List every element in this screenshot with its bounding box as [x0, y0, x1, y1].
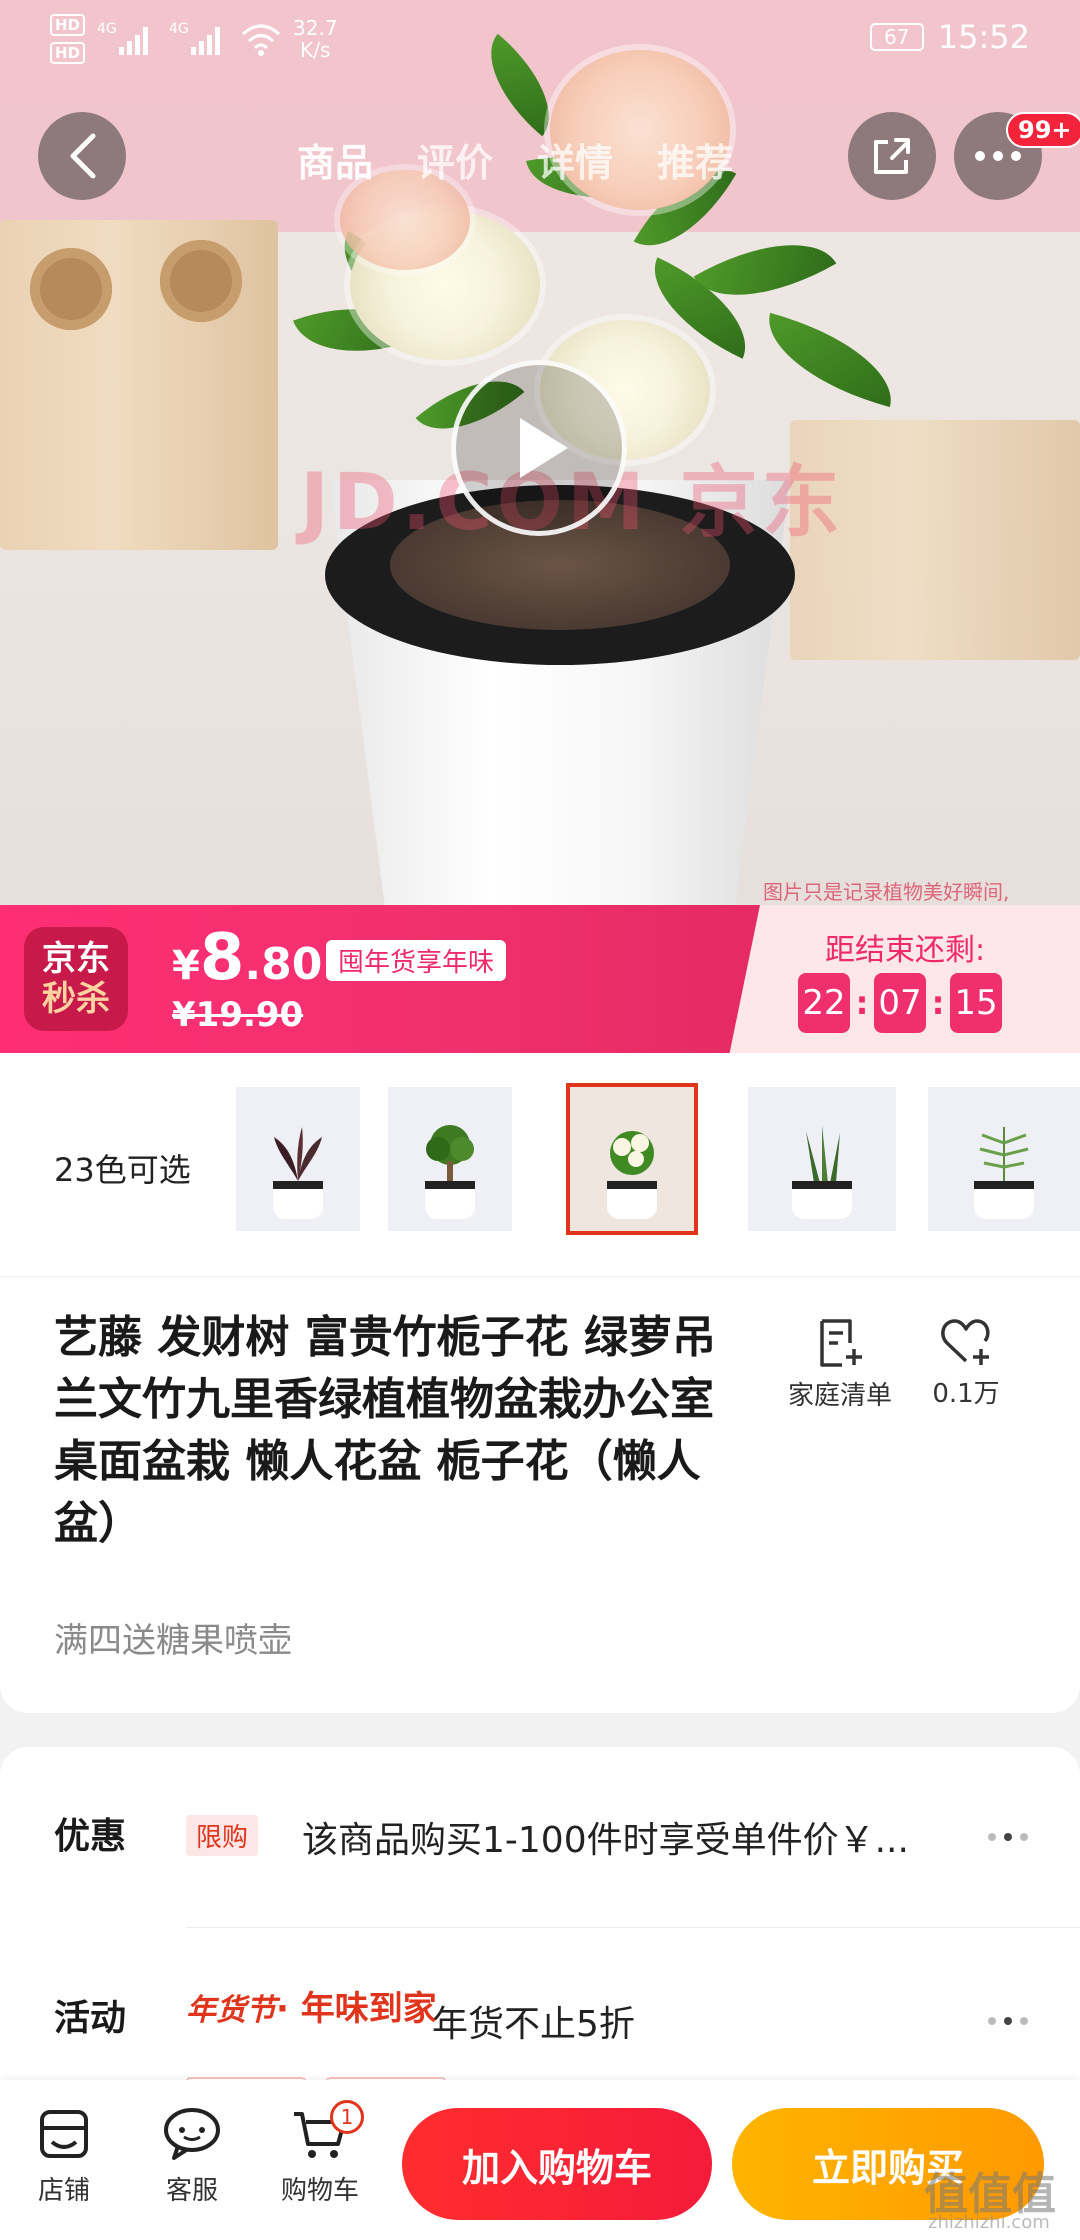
- back-button[interactable]: [38, 112, 126, 200]
- customer-service-button[interactable]: 客服: [142, 2106, 242, 2207]
- net-speed: 32.7: [293, 16, 338, 40]
- seckill-logo-line2: 秒杀: [42, 979, 110, 1019]
- tab-recommend[interactable]: 推荐: [657, 132, 733, 187]
- pot-icon: [425, 1181, 475, 1219]
- flash-sale-bar: 京东 秒杀 ¥8.80 ¥19.90 囤年货享年味 距结束还剩: 22 : 07…: [0, 905, 1080, 1053]
- festival-tag-text: · 年味到家: [276, 1989, 437, 2029]
- plant-icon: [274, 1127, 322, 1181]
- more-dots-icon: [975, 151, 1021, 161]
- share-icon: [874, 138, 910, 174]
- background-wood-hole: [160, 240, 242, 322]
- site-watermark-url: zhizhizhi.com: [928, 2212, 1050, 2233]
- discount-text: 该商品购买1-100件时享受单件价￥...: [302, 1820, 909, 1861]
- countdown-hours: 22: [798, 973, 850, 1033]
- message-count-badge: 99+: [1006, 112, 1080, 148]
- status-bar: HD HD 4G 4G 32.7 K/s 67 15:52: [0, 0, 1080, 80]
- heart-add-icon: [941, 1319, 990, 1365]
- photo-disclaimer: 图片只是记录植物美好瞬间,: [763, 880, 1010, 904]
- share-button[interactable]: [848, 112, 936, 200]
- plant-icon: [806, 1125, 840, 1183]
- list-add-icon: [820, 1319, 862, 1367]
- net-speed-unit: K/s: [300, 38, 331, 62]
- video-play-button[interactable]: [451, 360, 627, 536]
- promo-tag: 囤年货享年味: [326, 940, 507, 981]
- plant-icon: [610, 1131, 654, 1175]
- countdown-label: 距结束还剩:: [825, 933, 986, 968]
- more-dots-icon: [988, 1833, 1028, 1841]
- cart-button[interactable]: 1 购物车: [270, 2100, 370, 2207]
- sale-price: ¥8.80: [172, 921, 322, 995]
- battery-icon: 67: [869, 23, 924, 51]
- store-icon: [40, 2110, 88, 2158]
- product-title: 艺藤 发财树 富贵竹栀子花 绿萝吊兰文竹九里香绿植植物盆栽办公室桌面盆栽 懒人花…: [54, 1312, 716, 1549]
- variant-selector: 23色可选: [0, 1053, 1080, 1277]
- variant-thumbnail[interactable]: [236, 1087, 360, 1231]
- store-button[interactable]: 店铺: [14, 2106, 114, 2207]
- countdown-separator: :: [931, 984, 945, 1022]
- price-integer: 8: [199, 921, 245, 995]
- variant-thumbnail[interactable]: [928, 1087, 1080, 1231]
- new-year-festival-tag: 年货节· 年味到家: [186, 1981, 437, 2030]
- variant-thumbnail-selected[interactable]: [566, 1083, 698, 1235]
- product-info: 艺藤 发财树 富贵竹栀子花 绿萝吊兰文竹九里香绿植植物盆栽办公室桌面盆栽 懒人花…: [0, 1277, 1080, 1713]
- hd-indicator: HD: [50, 14, 86, 36]
- customer-service-label: 客服: [165, 2176, 218, 2206]
- plant-icon: [426, 1125, 474, 1183]
- tab-details[interactable]: 详情: [537, 132, 613, 187]
- favorite-button[interactable]: 0.1万: [918, 1317, 1014, 1410]
- pot-icon: [973, 1181, 1035, 1219]
- festival-script: 年货节: [186, 1993, 276, 2028]
- leaf: [754, 312, 906, 408]
- chat-bubble-icon: [164, 2108, 220, 2160]
- background-wood-hole: [30, 248, 112, 330]
- play-icon: [520, 418, 568, 478]
- countdown-timer: 22 : 07 : 15: [798, 973, 1002, 1033]
- discount-label: 优惠: [54, 1816, 127, 1857]
- bottom-action-bar: 店铺 客服 1 购物车 加入购物车 立即购买: [0, 2080, 1080, 2240]
- favorite-count: 0.1万: [932, 1379, 1000, 1409]
- activity-label: 活动: [54, 1998, 127, 2039]
- clock: 15:52: [937, 18, 1030, 56]
- pot-icon: [607, 1181, 657, 1219]
- cart-count-badge: 1: [330, 2100, 364, 2134]
- price-decimal: .80: [244, 939, 323, 990]
- signal-icon: 4G: [97, 21, 149, 55]
- countdown-separator: :: [855, 984, 869, 1022]
- family-list-label: 家庭清单: [787, 1381, 892, 1411]
- original-price: ¥19.90: [172, 995, 304, 1035]
- hd-indicator: HD: [50, 42, 86, 64]
- tab-reviews[interactable]: 评价: [417, 132, 493, 187]
- activity-text: 年货不止5折: [432, 2004, 635, 2045]
- jd-seckill-logo: 京东 秒杀: [24, 927, 128, 1031]
- product-subtitle: 满四送糖果喷壶: [54, 1621, 292, 1661]
- svg-text:4G: 4G: [169, 21, 189, 37]
- pot-icon: [792, 1181, 852, 1219]
- variant-thumbnail[interactable]: [388, 1087, 512, 1231]
- cart-label: 购物车: [280, 2176, 359, 2206]
- store-label: 店铺: [37, 2176, 90, 2206]
- tab-product[interactable]: 商品: [297, 132, 373, 187]
- divider: [186, 1927, 1080, 1928]
- more-dots-icon: [988, 2017, 1028, 2025]
- pot-icon: [273, 1181, 323, 1219]
- add-to-cart-button[interactable]: 加入购物车: [402, 2108, 712, 2220]
- wifi-icon: [242, 24, 281, 56]
- plant-icon: [979, 1127, 1029, 1183]
- variant-thumbnail[interactable]: [748, 1087, 896, 1231]
- signal-icon: 4G: [169, 21, 221, 55]
- chevron-left-icon: [70, 133, 96, 179]
- seckill-logo-line1: 京东: [42, 939, 110, 979]
- currency-symbol: ¥: [172, 943, 200, 989]
- variant-count: 23色可选: [54, 1151, 191, 1189]
- limit-tag: 限购: [186, 1815, 259, 1856]
- svg-text:4G: 4G: [97, 21, 117, 37]
- countdown-minutes: 07: [874, 973, 926, 1033]
- add-to-family-list-button[interactable]: 家庭清单: [780, 1317, 900, 1412]
- page-tabs: 商品 评价 详情 推荐: [297, 132, 733, 187]
- countdown-seconds: 15: [950, 973, 1002, 1033]
